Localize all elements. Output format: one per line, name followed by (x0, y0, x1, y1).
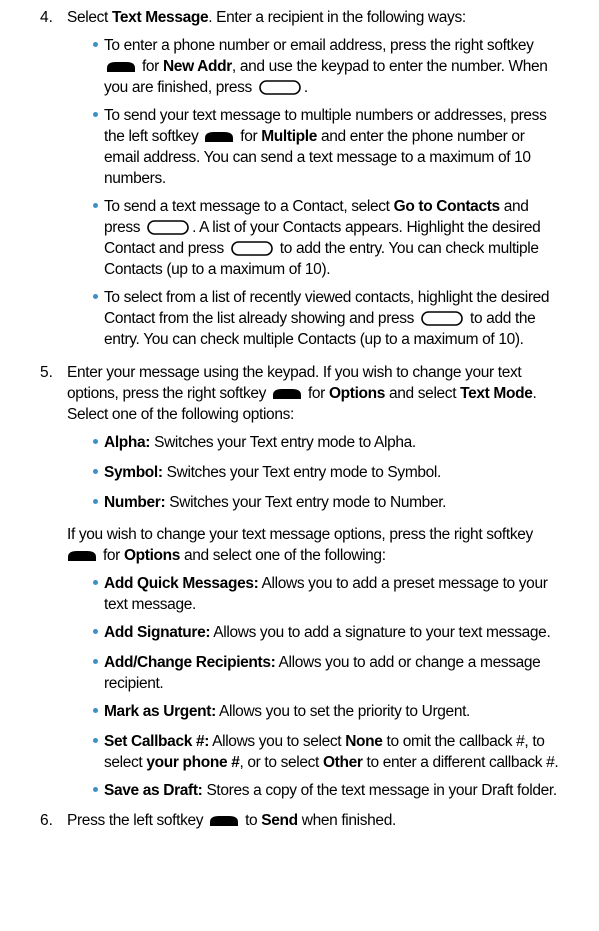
softkey-icon (272, 389, 301, 399)
bullet-text: To enter a phone number or email address… (104, 37, 534, 54)
bullet-icon (93, 499, 98, 504)
bullet-text: the left softkey for Multiple and enter … (104, 128, 525, 145)
bullet-icon (93, 439, 98, 444)
options-intro: If you wish to change your text message … (67, 526, 533, 543)
ok-key-icon (421, 311, 463, 326)
softkey-icon (68, 551, 96, 561)
option-item: Mark as Urgent: Allows you to set the pr… (104, 703, 470, 720)
step-number: 4. (40, 9, 53, 26)
step-text: Press the left softkey to Send when fini… (67, 812, 396, 829)
bullet-text: email address. You can send a text messa… (104, 149, 531, 166)
bullet-text: Contact and press to add the entry. You … (104, 240, 539, 257)
step-text: Select Text Message. Enter a recipient i… (67, 9, 466, 26)
bullet-icon (93, 112, 98, 117)
bullet-text: To select from a list of recently viewed… (104, 289, 550, 306)
bullet-text: Contact from the list already showing an… (104, 310, 536, 327)
bullet-icon (93, 42, 98, 47)
bullet-text: entry. You can check multiple Contacts (… (104, 331, 524, 348)
mode-item: Alpha: Switches your Text entry mode to … (104, 434, 416, 451)
bullet-text: for New Addr, and use the keypad to ente… (104, 58, 548, 76)
bullet-icon (93, 787, 98, 792)
bullet-text: press . A list of your Contacts appears.… (104, 219, 541, 236)
option-item: Set Callback #: Allows you to select Non… (104, 733, 545, 750)
bullet-icon (93, 469, 98, 474)
bullet-text: you are finished, press . (104, 79, 308, 96)
step-text: Enter your message using the keypad. If … (67, 364, 522, 381)
option-item: Save as Draft: Stores a copy of the text… (104, 782, 557, 799)
ok-key-icon (231, 241, 273, 256)
option-item: select your phone #, or to select Other … (104, 754, 559, 771)
option-item: recipient. (104, 675, 164, 692)
bullet-icon (93, 708, 98, 713)
step-number: 6. (40, 812, 53, 829)
option-item: Add/Change Recipients: Allows you to add… (104, 654, 541, 671)
bullet-text: To send your text message to multiple nu… (104, 107, 547, 124)
ok-key-icon (147, 220, 189, 235)
softkey-icon (205, 132, 234, 142)
bullet-icon (93, 580, 98, 585)
bullet-text: Contacts (up to a maximum of 10). (104, 261, 331, 278)
mode-item: Number: Switches your Text entry mode to… (104, 494, 447, 511)
bullet-text: To send a text message to a Contact, sel… (104, 198, 529, 215)
bullet-text: numbers. (104, 170, 166, 187)
option-item: Add Signature: Allows you to add a signa… (104, 624, 551, 641)
bullet-icon (93, 294, 98, 299)
bullet-icon (93, 659, 98, 664)
step-number: 5. (40, 364, 53, 381)
options-intro: for Options and select one of the follow… (67, 547, 386, 565)
step-text: Select one of the following options: (67, 406, 294, 423)
bullet-icon (93, 629, 98, 634)
manual-page: 4. Select Text Message. Enter a recipien… (0, 0, 599, 931)
bullet-icon (93, 203, 98, 208)
ok-key-icon (259, 80, 301, 95)
step-text: options, press the right softkey for Opt… (67, 385, 537, 402)
softkey-icon (210, 816, 239, 826)
softkey-icon (107, 62, 135, 72)
mode-item: Symbol: Switches your Text entry mode to… (104, 464, 441, 481)
bullet-icon (93, 738, 98, 743)
option-item: Add Quick Messages: Allows you to add a … (104, 575, 548, 592)
option-item: text message. (104, 596, 196, 613)
